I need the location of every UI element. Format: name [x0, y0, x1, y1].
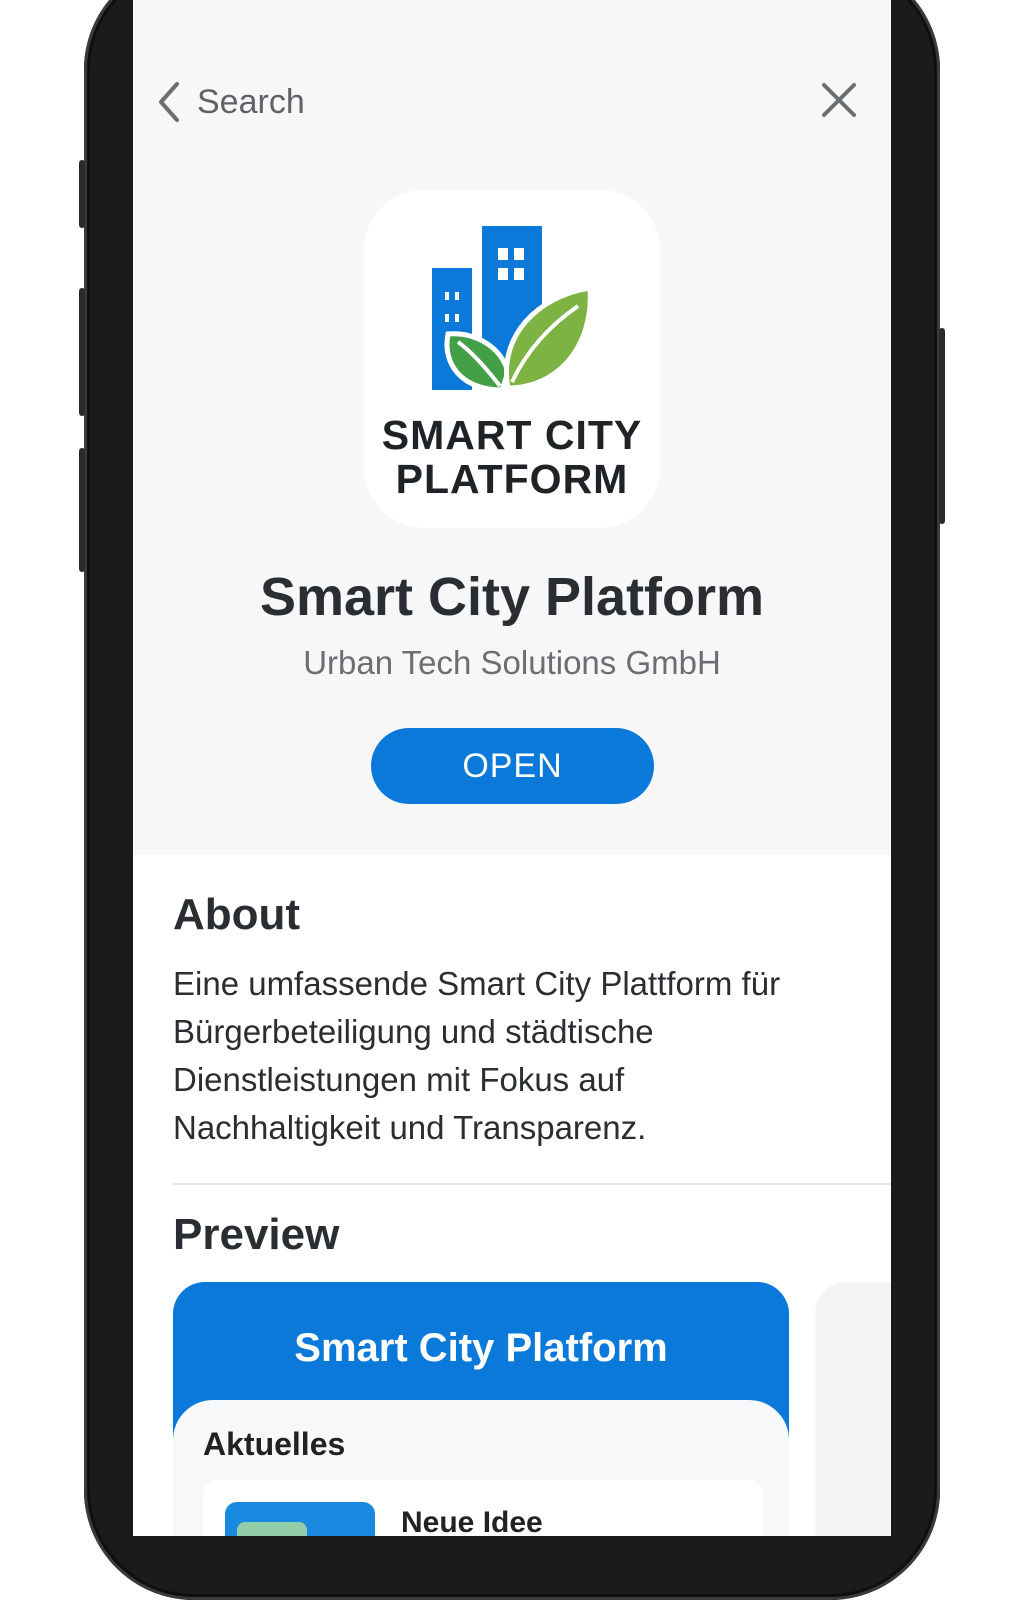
city-logo-icon	[432, 226, 593, 393]
icon-wordmark-line2: PLATFORM	[395, 456, 629, 502]
open-button[interactable]: OPEN	[371, 728, 654, 804]
preview-item-thumbnail	[225, 1502, 375, 1536]
preview-section-label: Aktuelles	[203, 1426, 346, 1462]
volume-down-button	[79, 448, 85, 572]
preview-app-title: Smart City Platform	[294, 1326, 668, 1370]
mute-switch	[79, 160, 85, 228]
chevron-left-icon	[159, 82, 179, 122]
volume-up-button	[79, 288, 85, 416]
about-description: Eine umfassende Smart City Plattform für…	[173, 965, 781, 1146]
icon-wordmark-line1: SMART CITY	[381, 412, 643, 458]
about-heading: About	[173, 890, 301, 939]
close-icon[interactable]	[821, 82, 857, 118]
app-store-screen: Search SMART CITY PLATFORM Smart City Pl…	[133, 0, 891, 1536]
app-title: Smart City Platform	[259, 567, 765, 627]
section-divider	[173, 1183, 891, 1185]
preview-content-panel: Aktuelles Neue Idee	[173, 1400, 789, 1536]
preview-screenshot-2[interactable]	[815, 1282, 891, 1536]
app-icon: SMART CITY PLATFORM	[364, 190, 660, 528]
preview-screenshot-1[interactable]: Smart City Platform Aktuelles Neue Idee	[173, 1282, 789, 1536]
preview-item-title: Neue Idee	[401, 1506, 543, 1536]
back-label: Search	[197, 82, 305, 121]
back-button[interactable]: Search	[155, 80, 305, 124]
preview-list-item: Neue Idee	[203, 1480, 763, 1536]
power-button	[939, 328, 945, 524]
preview-heading: Preview	[173, 1210, 340, 1259]
developer-name[interactable]: Urban Tech Solutions GmbH	[133, 644, 891, 682]
